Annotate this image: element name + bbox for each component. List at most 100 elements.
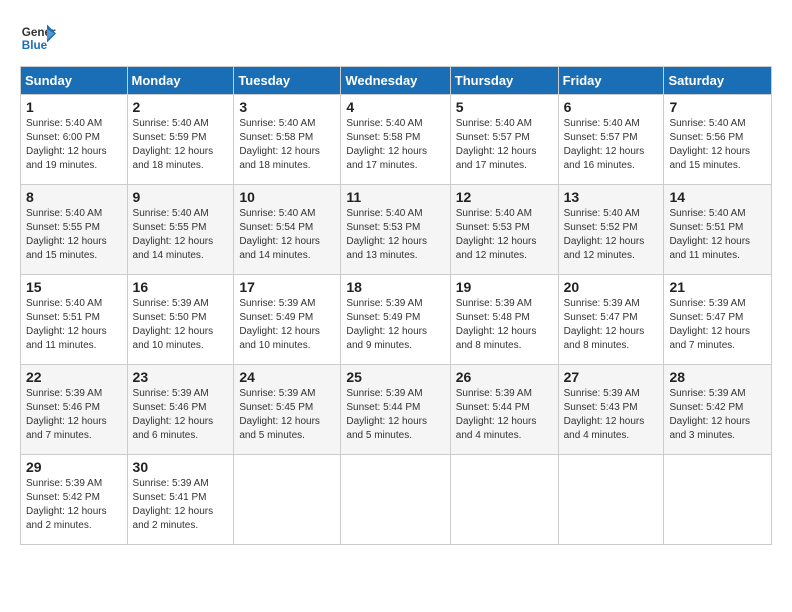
day-detail: Sunrise: 5:39 AMSunset: 5:49 PMDaylight:… (239, 298, 320, 351)
calendar-cell: 15 Sunrise: 5:40 AMSunset: 5:51 PMDaylig… (21, 275, 128, 365)
day-detail: Sunrise: 5:39 AMSunset: 5:46 PMDaylight:… (26, 388, 107, 441)
calendar-cell: 8 Sunrise: 5:40 AMSunset: 5:55 PMDayligh… (21, 185, 128, 275)
day-detail: Sunrise: 5:40 AMSunset: 5:53 PMDaylight:… (346, 208, 427, 261)
day-number: 7 (669, 99, 766, 115)
calendar-cell: 19 Sunrise: 5:39 AMSunset: 5:48 PMDaylig… (450, 275, 558, 365)
week-row-1: 1 Sunrise: 5:40 AMSunset: 6:00 PMDayligh… (21, 95, 772, 185)
day-number: 11 (346, 189, 444, 205)
day-detail: Sunrise: 5:39 AMSunset: 5:44 PMDaylight:… (456, 388, 537, 441)
calendar-cell: 2 Sunrise: 5:40 AMSunset: 5:59 PMDayligh… (127, 95, 234, 185)
day-number: 8 (26, 189, 122, 205)
day-number: 23 (133, 369, 229, 385)
day-number: 24 (239, 369, 335, 385)
col-header-sunday: Sunday (21, 67, 128, 95)
calendar-cell: 11 Sunrise: 5:40 AMSunset: 5:53 PMDaylig… (341, 185, 450, 275)
col-header-friday: Friday (558, 67, 664, 95)
day-number: 29 (26, 459, 122, 475)
day-detail: Sunrise: 5:40 AMSunset: 5:57 PMDaylight:… (564, 118, 645, 171)
day-detail: Sunrise: 5:39 AMSunset: 5:47 PMDaylight:… (564, 298, 645, 351)
day-number: 18 (346, 279, 444, 295)
calendar-cell: 16 Sunrise: 5:39 AMSunset: 5:50 PMDaylig… (127, 275, 234, 365)
day-number: 12 (456, 189, 553, 205)
calendar-cell: 3 Sunrise: 5:40 AMSunset: 5:58 PMDayligh… (234, 95, 341, 185)
day-number: 15 (26, 279, 122, 295)
day-detail: Sunrise: 5:39 AMSunset: 5:47 PMDaylight:… (669, 298, 750, 351)
calendar-cell: 7 Sunrise: 5:40 AMSunset: 5:56 PMDayligh… (664, 95, 772, 185)
calendar-cell: 24 Sunrise: 5:39 AMSunset: 5:45 PMDaylig… (234, 365, 341, 455)
day-number: 2 (133, 99, 229, 115)
calendar-cell: 12 Sunrise: 5:40 AMSunset: 5:53 PMDaylig… (450, 185, 558, 275)
day-number: 16 (133, 279, 229, 295)
day-detail: Sunrise: 5:39 AMSunset: 5:42 PMDaylight:… (669, 388, 750, 441)
calendar-cell: 28 Sunrise: 5:39 AMSunset: 5:42 PMDaylig… (664, 365, 772, 455)
day-number: 6 (564, 99, 659, 115)
day-number: 17 (239, 279, 335, 295)
calendar-cell: 5 Sunrise: 5:40 AMSunset: 5:57 PMDayligh… (450, 95, 558, 185)
day-detail: Sunrise: 5:40 AMSunset: 5:58 PMDaylight:… (239, 118, 320, 171)
day-number: 14 (669, 189, 766, 205)
day-detail: Sunrise: 5:39 AMSunset: 5:46 PMDaylight:… (133, 388, 214, 441)
day-number: 27 (564, 369, 659, 385)
calendar-cell (234, 455, 341, 545)
day-number: 4 (346, 99, 444, 115)
calendar-cell: 30 Sunrise: 5:39 AMSunset: 5:41 PMDaylig… (127, 455, 234, 545)
day-number: 10 (239, 189, 335, 205)
calendar-cell: 10 Sunrise: 5:40 AMSunset: 5:54 PMDaylig… (234, 185, 341, 275)
col-header-tuesday: Tuesday (234, 67, 341, 95)
calendar-cell: 29 Sunrise: 5:39 AMSunset: 5:42 PMDaylig… (21, 455, 128, 545)
week-row-3: 15 Sunrise: 5:40 AMSunset: 5:51 PMDaylig… (21, 275, 772, 365)
calendar-cell: 22 Sunrise: 5:39 AMSunset: 5:46 PMDaylig… (21, 365, 128, 455)
day-detail: Sunrise: 5:39 AMSunset: 5:50 PMDaylight:… (133, 298, 214, 351)
day-number: 30 (133, 459, 229, 475)
day-number: 25 (346, 369, 444, 385)
calendar-cell (450, 455, 558, 545)
day-number: 26 (456, 369, 553, 385)
day-detail: Sunrise: 5:40 AMSunset: 5:56 PMDaylight:… (669, 118, 750, 171)
calendar-cell: 26 Sunrise: 5:39 AMSunset: 5:44 PMDaylig… (450, 365, 558, 455)
calendar-cell: 25 Sunrise: 5:39 AMSunset: 5:44 PMDaylig… (341, 365, 450, 455)
day-detail: Sunrise: 5:40 AMSunset: 5:53 PMDaylight:… (456, 208, 537, 261)
calendar-table: SundayMondayTuesdayWednesdayThursdayFrid… (20, 66, 772, 545)
calendar-cell: 14 Sunrise: 5:40 AMSunset: 5:51 PMDaylig… (664, 185, 772, 275)
day-number: 3 (239, 99, 335, 115)
week-row-4: 22 Sunrise: 5:39 AMSunset: 5:46 PMDaylig… (21, 365, 772, 455)
day-detail: Sunrise: 5:40 AMSunset: 5:51 PMDaylight:… (26, 298, 107, 351)
day-detail: Sunrise: 5:40 AMSunset: 5:57 PMDaylight:… (456, 118, 537, 171)
day-number: 28 (669, 369, 766, 385)
day-detail: Sunrise: 5:40 AMSunset: 5:59 PMDaylight:… (133, 118, 214, 171)
day-detail: Sunrise: 5:39 AMSunset: 5:45 PMDaylight:… (239, 388, 320, 441)
day-detail: Sunrise: 5:40 AMSunset: 5:55 PMDaylight:… (133, 208, 214, 261)
day-detail: Sunrise: 5:39 AMSunset: 5:43 PMDaylight:… (564, 388, 645, 441)
day-detail: Sunrise: 5:40 AMSunset: 6:00 PMDaylight:… (26, 118, 107, 171)
calendar-cell: 1 Sunrise: 5:40 AMSunset: 6:00 PMDayligh… (21, 95, 128, 185)
calendar-cell: 13 Sunrise: 5:40 AMSunset: 5:52 PMDaylig… (558, 185, 664, 275)
logo: General Blue (20, 20, 56, 56)
col-header-wednesday: Wednesday (341, 67, 450, 95)
day-detail: Sunrise: 5:40 AMSunset: 5:52 PMDaylight:… (564, 208, 645, 261)
calendar-cell: 4 Sunrise: 5:40 AMSunset: 5:58 PMDayligh… (341, 95, 450, 185)
day-number: 1 (26, 99, 122, 115)
calendar-cell: 17 Sunrise: 5:39 AMSunset: 5:49 PMDaylig… (234, 275, 341, 365)
calendar-cell: 27 Sunrise: 5:39 AMSunset: 5:43 PMDaylig… (558, 365, 664, 455)
day-detail: Sunrise: 5:39 AMSunset: 5:44 PMDaylight:… (346, 388, 427, 441)
day-number: 5 (456, 99, 553, 115)
day-number: 19 (456, 279, 553, 295)
day-number: 20 (564, 279, 659, 295)
day-number: 21 (669, 279, 766, 295)
calendar-cell (558, 455, 664, 545)
calendar-cell (664, 455, 772, 545)
day-number: 22 (26, 369, 122, 385)
day-detail: Sunrise: 5:40 AMSunset: 5:51 PMDaylight:… (669, 208, 750, 261)
week-row-2: 8 Sunrise: 5:40 AMSunset: 5:55 PMDayligh… (21, 185, 772, 275)
day-detail: Sunrise: 5:40 AMSunset: 5:58 PMDaylight:… (346, 118, 427, 171)
calendar-cell (341, 455, 450, 545)
calendar-cell: 18 Sunrise: 5:39 AMSunset: 5:49 PMDaylig… (341, 275, 450, 365)
day-detail: Sunrise: 5:40 AMSunset: 5:54 PMDaylight:… (239, 208, 320, 261)
day-detail: Sunrise: 5:39 AMSunset: 5:41 PMDaylight:… (133, 478, 214, 531)
calendar-cell: 23 Sunrise: 5:39 AMSunset: 5:46 PMDaylig… (127, 365, 234, 455)
svg-text:Blue: Blue (22, 39, 48, 52)
calendar-cell: 20 Sunrise: 5:39 AMSunset: 5:47 PMDaylig… (558, 275, 664, 365)
calendar-cell: 9 Sunrise: 5:40 AMSunset: 5:55 PMDayligh… (127, 185, 234, 275)
logo-icon: General Blue (20, 20, 56, 56)
col-header-saturday: Saturday (664, 67, 772, 95)
